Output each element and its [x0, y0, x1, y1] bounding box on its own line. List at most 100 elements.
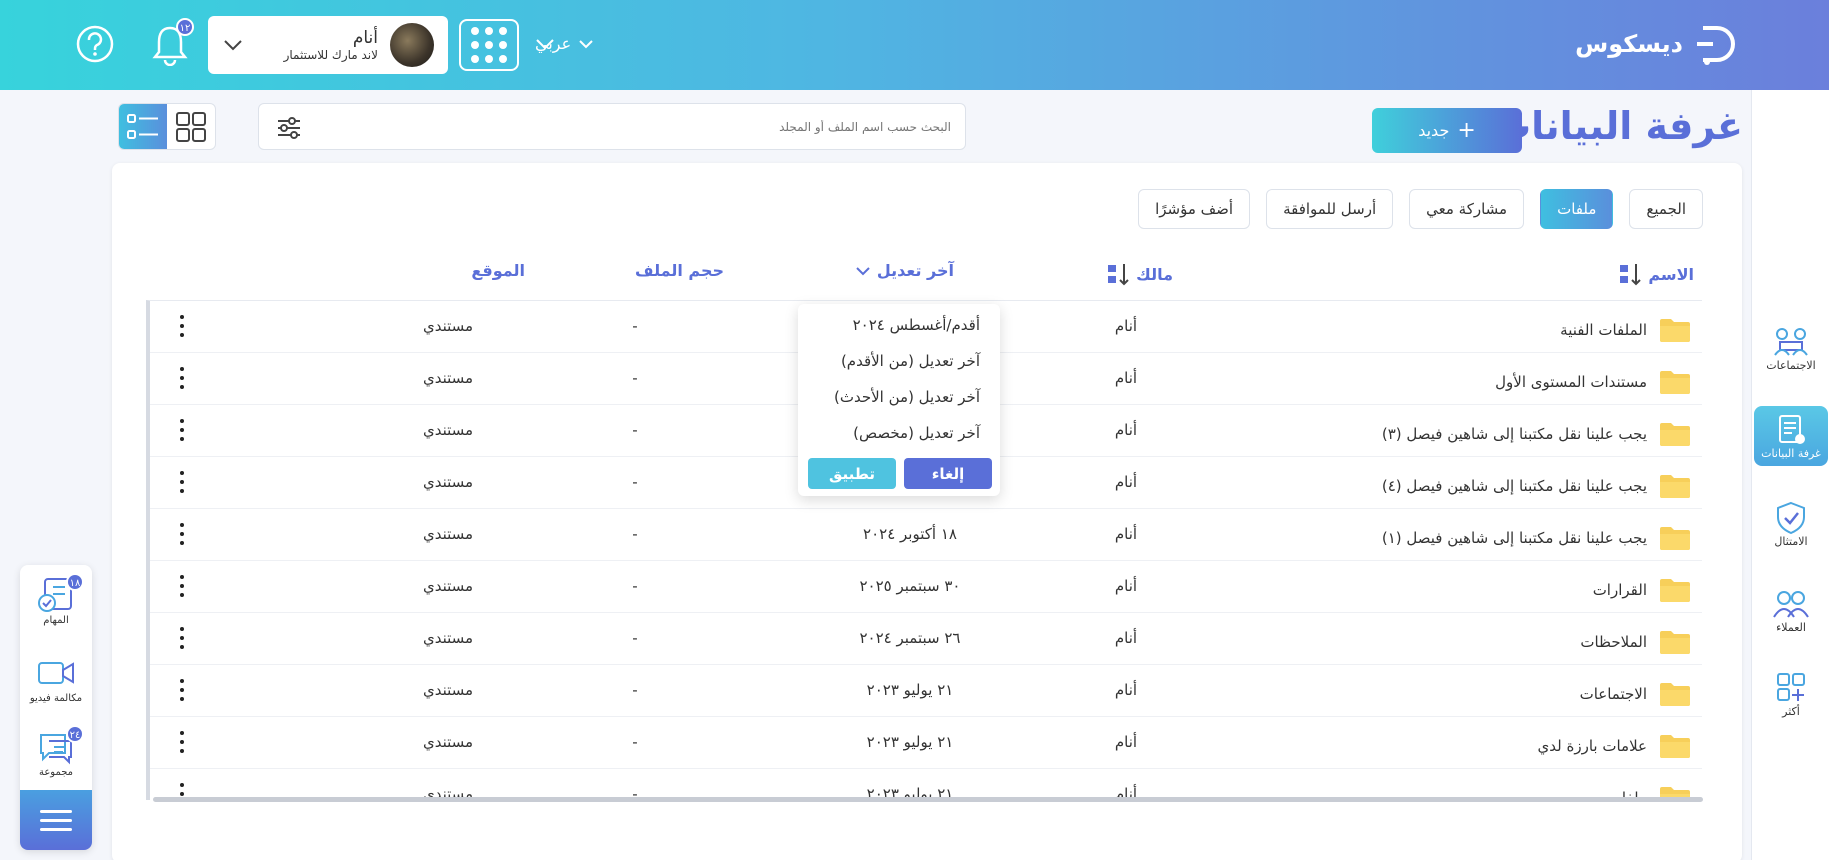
- grid-view-button[interactable]: [167, 104, 215, 149]
- owner-cell: أنام: [1114, 629, 1138, 647]
- sort-option[interactable]: آخر تعديل (من الأقدم): [841, 352, 980, 370]
- owner-cell: أنام: [1114, 473, 1138, 491]
- more-icon: [1777, 672, 1805, 701]
- location-cell: مستندي: [422, 681, 474, 699]
- video-call-button[interactable]: مكالمة فيديو: [20, 653, 92, 704]
- file-name-cell[interactable]: مستندات المستوى الأول: [1495, 369, 1691, 395]
- sidebar-item-label: الاجتماعات: [1766, 358, 1816, 372]
- cancel-button[interactable]: إلغاء: [904, 458, 992, 489]
- table-row[interactable]: علامات بارزة لدي أنام ٢١ يوليو ٢٠٢٣ - مستندي: [150, 717, 1702, 769]
- right-sidebar: الاجتماعات غرفة البيانات الامتثال العملا…: [1751, 90, 1829, 860]
- chevron-down-icon: [224, 40, 242, 51]
- more-options-icon[interactable]: [178, 367, 186, 389]
- tab-sent-for-approval[interactable]: أرسل للموافقة: [1266, 189, 1394, 229]
- chevron-down-icon: [579, 39, 593, 48]
- column-header-modified[interactable]: آخر تعديل: [855, 261, 954, 280]
- file-name: علامات بارزة لدي: [1537, 737, 1647, 755]
- folder-icon: [1660, 527, 1690, 550]
- search-bar: [258, 103, 966, 150]
- more-options-icon[interactable]: [178, 731, 186, 753]
- sidebar-item-label: الامتثال: [1774, 534, 1808, 548]
- filter-sliders-icon[interactable]: [275, 114, 303, 142]
- file-size-cell: -: [632, 681, 638, 699]
- sidebar-item-label: غرفة البيانات: [1761, 446, 1821, 460]
- file-name: الملاحظات: [1580, 633, 1647, 651]
- folder-icon: [1660, 735, 1690, 758]
- folder-icon: [1660, 371, 1690, 394]
- file-name-cell[interactable]: الملاحظات: [1580, 629, 1691, 655]
- help-button[interactable]: [75, 24, 115, 64]
- sort-option[interactable]: أقدم/أغسطس ٢٠٢٤: [853, 316, 980, 334]
- sidebar-item-meetings[interactable]: الاجتماعات: [1754, 318, 1828, 378]
- file-name-cell[interactable]: علامات بارزة لدي: [1538, 733, 1691, 759]
- file-name-cell[interactable]: الملفات الفنية: [1560, 317, 1691, 343]
- brand-name: ديسكوس: [1575, 30, 1683, 58]
- sort-dropdown: أقدم/أغسطس ٢٠٢٤ آخر تعديل (من الأقدم) آخ…: [798, 304, 1000, 496]
- notifications-count-badge: ١٢: [176, 18, 194, 36]
- tab-shared-with-me[interactable]: مشاركة معي: [1409, 189, 1525, 229]
- more-options-icon[interactable]: [178, 315, 186, 337]
- new-button[interactable]: جديد +: [1372, 108, 1522, 153]
- list-view-button[interactable]: [119, 104, 167, 149]
- location-cell: مستندي: [422, 629, 474, 647]
- plus-icon: +: [1457, 117, 1476, 143]
- tab-all[interactable]: الجميع: [1629, 189, 1703, 229]
- more-options-icon[interactable]: [178, 419, 186, 441]
- table-row[interactable]: القرارات أنام ٣٠ سبتمبر ٢٠٢٥ - مستندي: [150, 561, 1702, 613]
- sidebar-item-compliance[interactable]: الامتثال: [1754, 494, 1828, 554]
- file-name-cell[interactable]: يجب علينا نقل مكتبنا إلى شاهين فيصل (٤): [1382, 473, 1691, 499]
- more-options-icon[interactable]: [178, 627, 186, 649]
- sidebar-item-data-room[interactable]: غرفة البيانات: [1754, 406, 1828, 466]
- apply-button[interactable]: تطبيق: [808, 458, 896, 489]
- sort-az-icon: [1108, 264, 1129, 286]
- modified-date-cell: ٢٦ سبتمبر ٢٠٢٤: [859, 629, 961, 647]
- file-name-cell[interactable]: القرارات: [1593, 577, 1691, 603]
- horizontal-scrollbar[interactable]: [153, 797, 1703, 802]
- column-header-label: مالك: [1136, 264, 1173, 284]
- tab-files[interactable]: ملفات: [1540, 189, 1614, 229]
- column-header-name[interactable]: الاسم: [1616, 261, 1694, 287]
- file-name: يجب علينا نقل مكتبنا إلى شاهين فيصل (١): [1381, 529, 1647, 547]
- column-header-label: حجم الملف: [635, 261, 724, 280]
- file-name-cell[interactable]: يجب علينا نقل مكتبنا إلى شاهين فيصل (١): [1382, 525, 1691, 551]
- more-options-icon[interactable]: [178, 523, 186, 545]
- owner-cell: أنام: [1114, 681, 1138, 699]
- hamburger-icon: [40, 809, 72, 813]
- page-title: غرفة البيانات: [1492, 104, 1743, 148]
- location-cell: مستندي: [422, 317, 474, 335]
- table-row[interactable]: الملاحظات أنام ٢٦ سبتمبر ٢٠٢٤ - مستندي: [150, 613, 1702, 665]
- user-account-switcher[interactable]: أنام لاند مارك للاستثمار: [208, 16, 448, 74]
- location-cell: مستندي: [422, 525, 474, 543]
- tab-add-bookmark[interactable]: أضف مؤشرًا: [1138, 189, 1251, 229]
- top-header: ديسكوس عربي أنام لاند مارك للاستثمار ١٢: [0, 0, 1829, 90]
- apps-grid-button[interactable]: [459, 19, 519, 71]
- table-row[interactable]: ملفات أنام ٢١ يوليو ٢٠٢٣- مستندي: [150, 769, 1702, 800]
- new-button-label: جديد: [1418, 121, 1450, 140]
- sidebar-item-clients[interactable]: العملاء: [1754, 580, 1828, 640]
- brand-logo[interactable]: ديسكوس: [1575, 20, 1741, 68]
- search-input[interactable]: [351, 114, 951, 140]
- sort-option[interactable]: آخر تعديل (من الأحدث): [834, 388, 980, 406]
- table-row[interactable]: الاجتماعات أنام ٢١ يوليو ٢٠٢٣ - مستندي: [150, 665, 1702, 717]
- column-header-owner[interactable]: مالك: [1104, 261, 1173, 287]
- tasks-button[interactable]: ١٨ المهام: [20, 573, 92, 626]
- more-options-icon[interactable]: [178, 471, 186, 493]
- more-options-icon[interactable]: [178, 679, 186, 701]
- column-header-size[interactable]: حجم الملف: [635, 261, 724, 280]
- chevron-down-icon: [536, 39, 554, 50]
- group-chat-button[interactable]: ٢٤ مجموعة: [20, 725, 92, 778]
- file-size-cell: -: [632, 369, 638, 387]
- column-header-location[interactable]: الموقع: [471, 261, 525, 280]
- sort-option[interactable]: آخر تعديل (مخصص): [853, 424, 980, 442]
- menu-button[interactable]: [20, 790, 92, 850]
- table-row[interactable]: يجب علينا نقل مكتبنا إلى شاهين فيصل (١) أ…: [150, 509, 1702, 561]
- file-name-cell[interactable]: يجب علينا نقل مكتبنا إلى شاهين فيصل (٣): [1382, 421, 1691, 447]
- notifications-button[interactable]: ١٢: [150, 18, 194, 70]
- more-options-icon[interactable]: [178, 575, 186, 597]
- data-room-icon: [1779, 414, 1805, 444]
- modified-date-cell: ٢١ يوليو ٢٠٢٣: [866, 733, 954, 751]
- modified-date-cell: ٢١ يوليو ٢٠٢٣: [866, 681, 954, 699]
- tasks-count-badge: ١٨: [66, 573, 84, 591]
- sidebar-item-more[interactable]: أكثر: [1754, 664, 1828, 724]
- file-name-cell[interactable]: الاجتماعات: [1580, 681, 1691, 707]
